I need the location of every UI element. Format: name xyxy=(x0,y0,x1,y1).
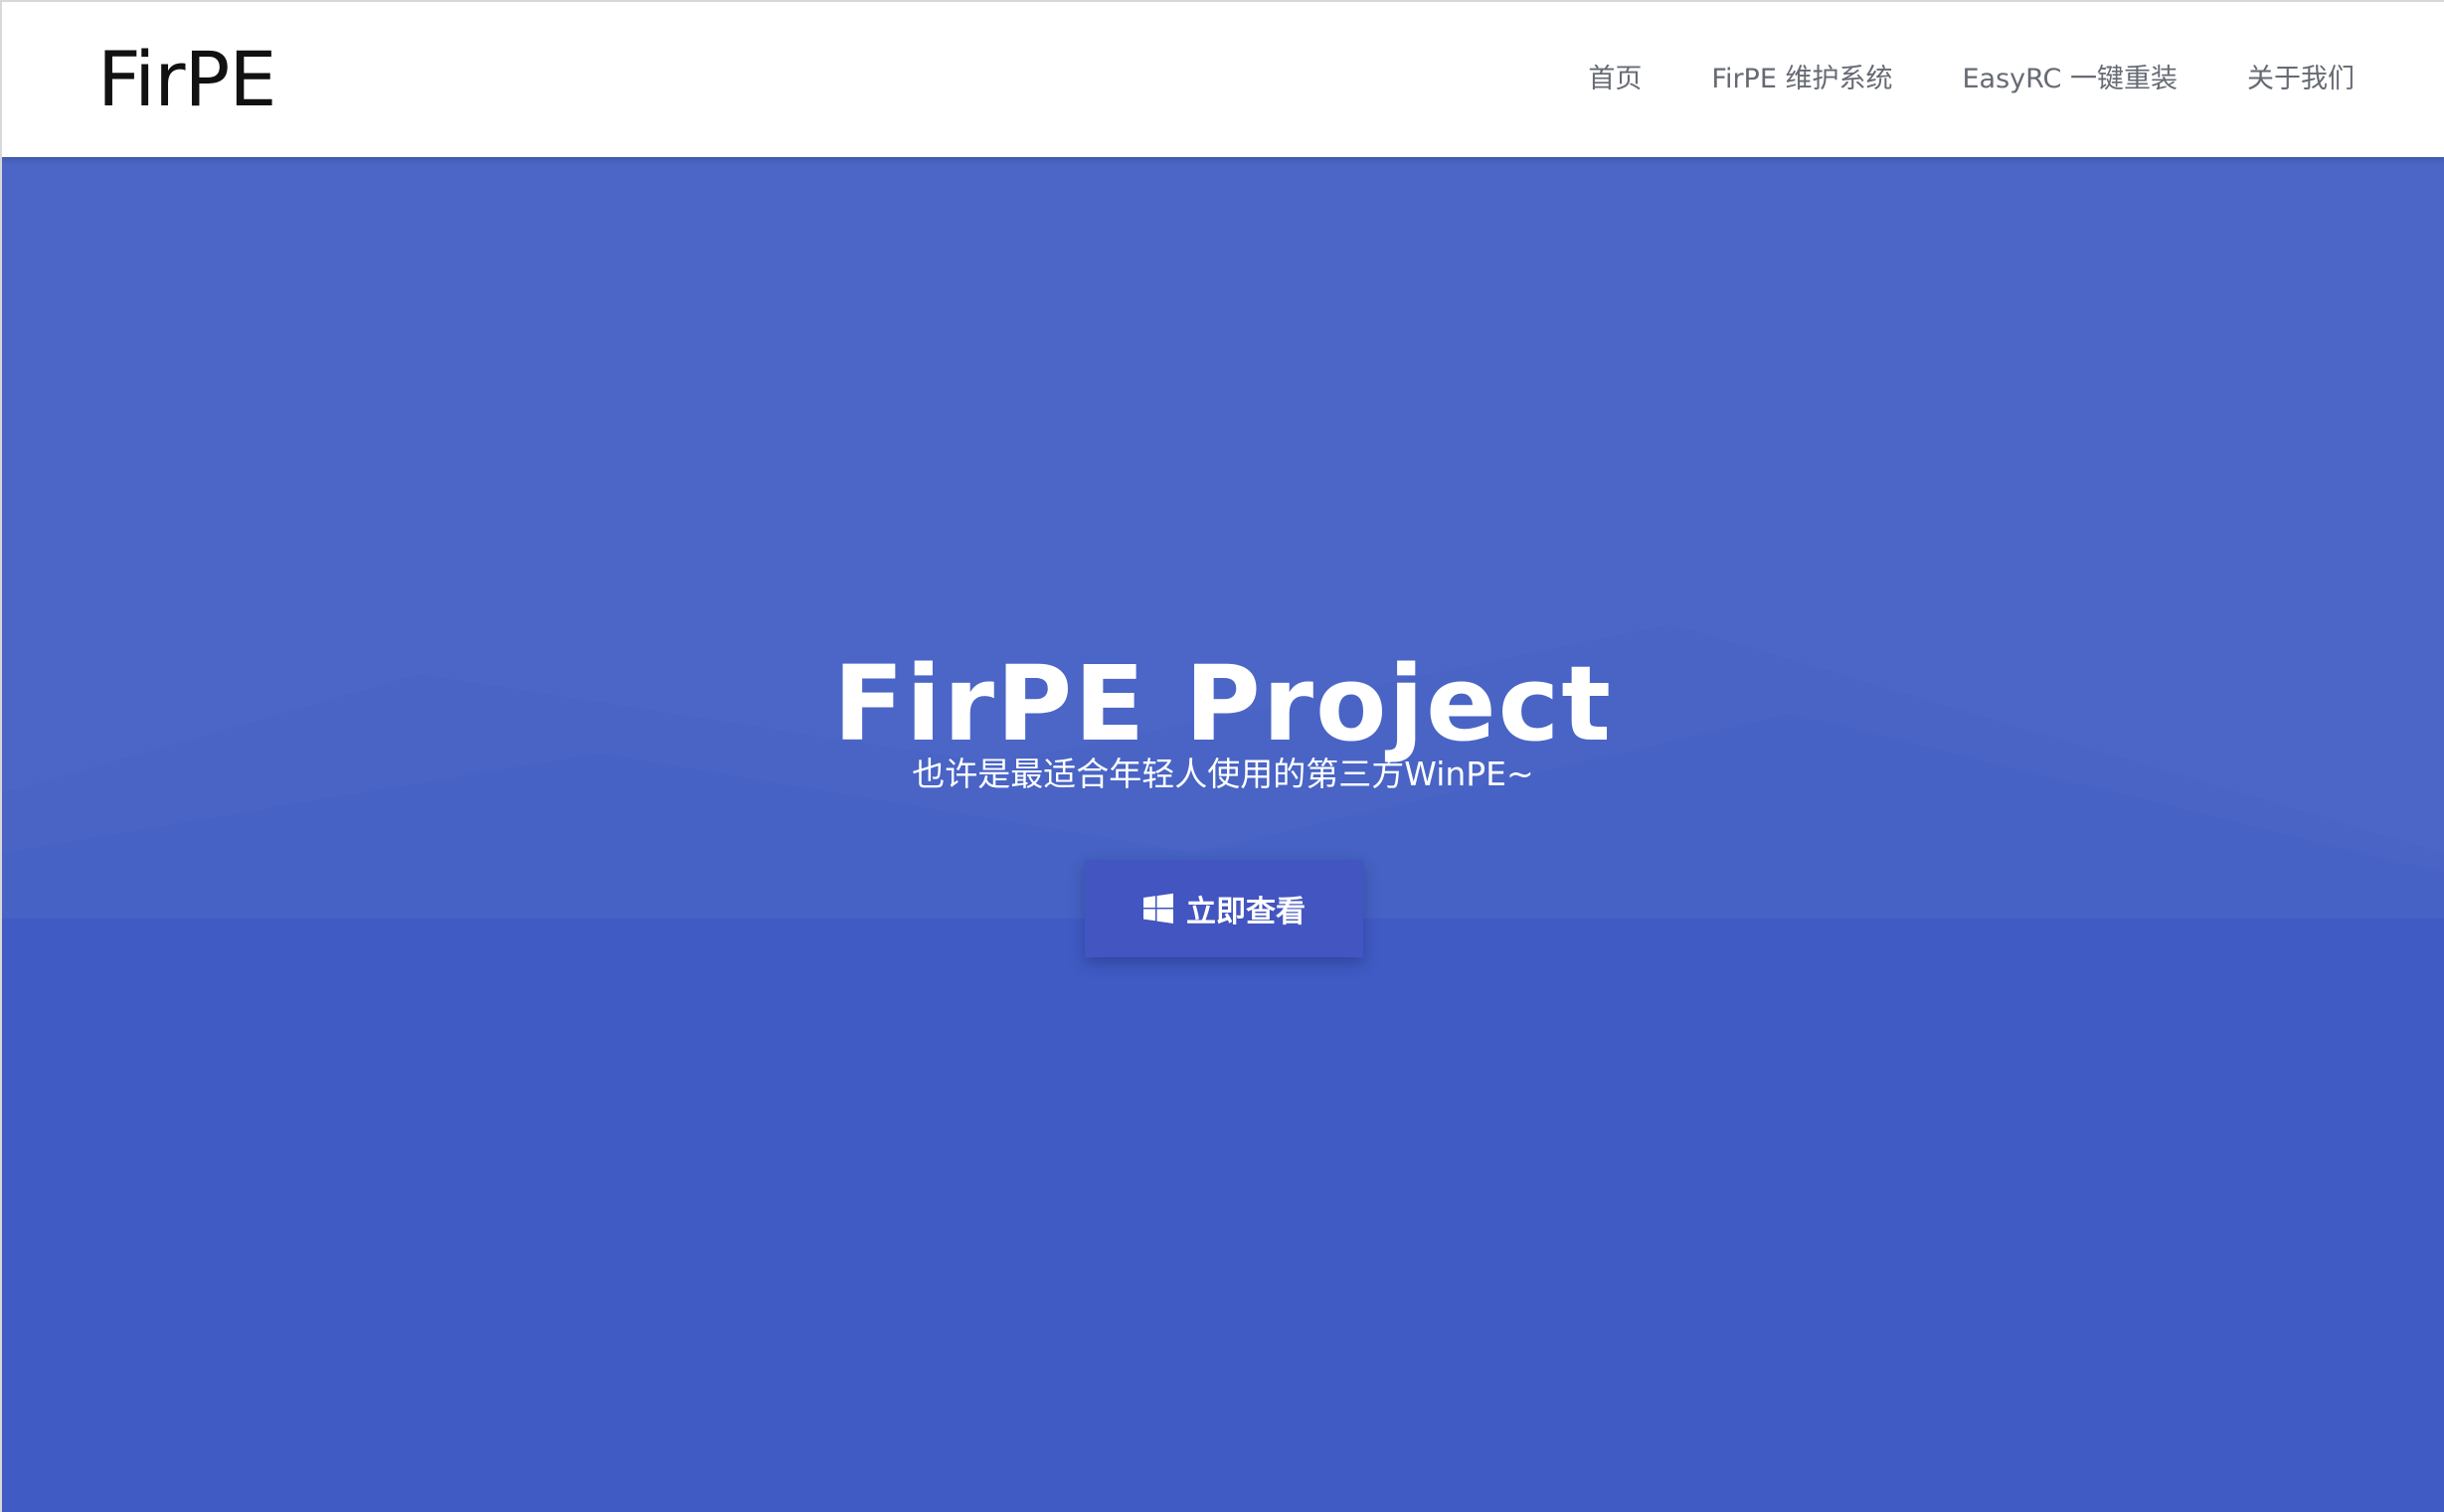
nav-item-home[interactable]: 首页 xyxy=(1588,57,1642,95)
hero-section: FirPE Project 也许是最适合年轻人使用的第三方WinPE~ 立即查看 xyxy=(2,157,2444,1512)
page-frame: FirPE 首页 FirPE 维护系统 EasyRC 一键重装 关于我们 Fir… xyxy=(0,0,2444,1512)
view-now-button[interactable]: 立即查看 xyxy=(1085,860,1363,957)
hero-subtitle: 也许是最适合年轻人使用的第三方WinPE~ xyxy=(912,755,1534,793)
nav-item-about[interactable]: 关于我们 xyxy=(2247,57,2355,95)
main-nav: 首页 FirPE 维护系统 EasyRC 一键重装 关于我们 xyxy=(1518,2,2355,149)
nav-item-firpe[interactable]: FirPE 维护系统 xyxy=(1711,57,1892,95)
view-now-label: 立即查看 xyxy=(1186,895,1306,929)
top-navbar: FirPE 首页 FirPE 维护系统 EasyRC 一键重装 关于我们 xyxy=(2,2,2444,157)
windows-icon xyxy=(1143,893,1173,924)
site-logo[interactable]: FirPE xyxy=(97,32,276,127)
hero-mountain-shapes xyxy=(2,624,2444,919)
nav-item-easyrc[interactable]: EasyRC 一键重装 xyxy=(1962,57,2178,95)
hero-title: FirPE Project xyxy=(833,642,1613,764)
